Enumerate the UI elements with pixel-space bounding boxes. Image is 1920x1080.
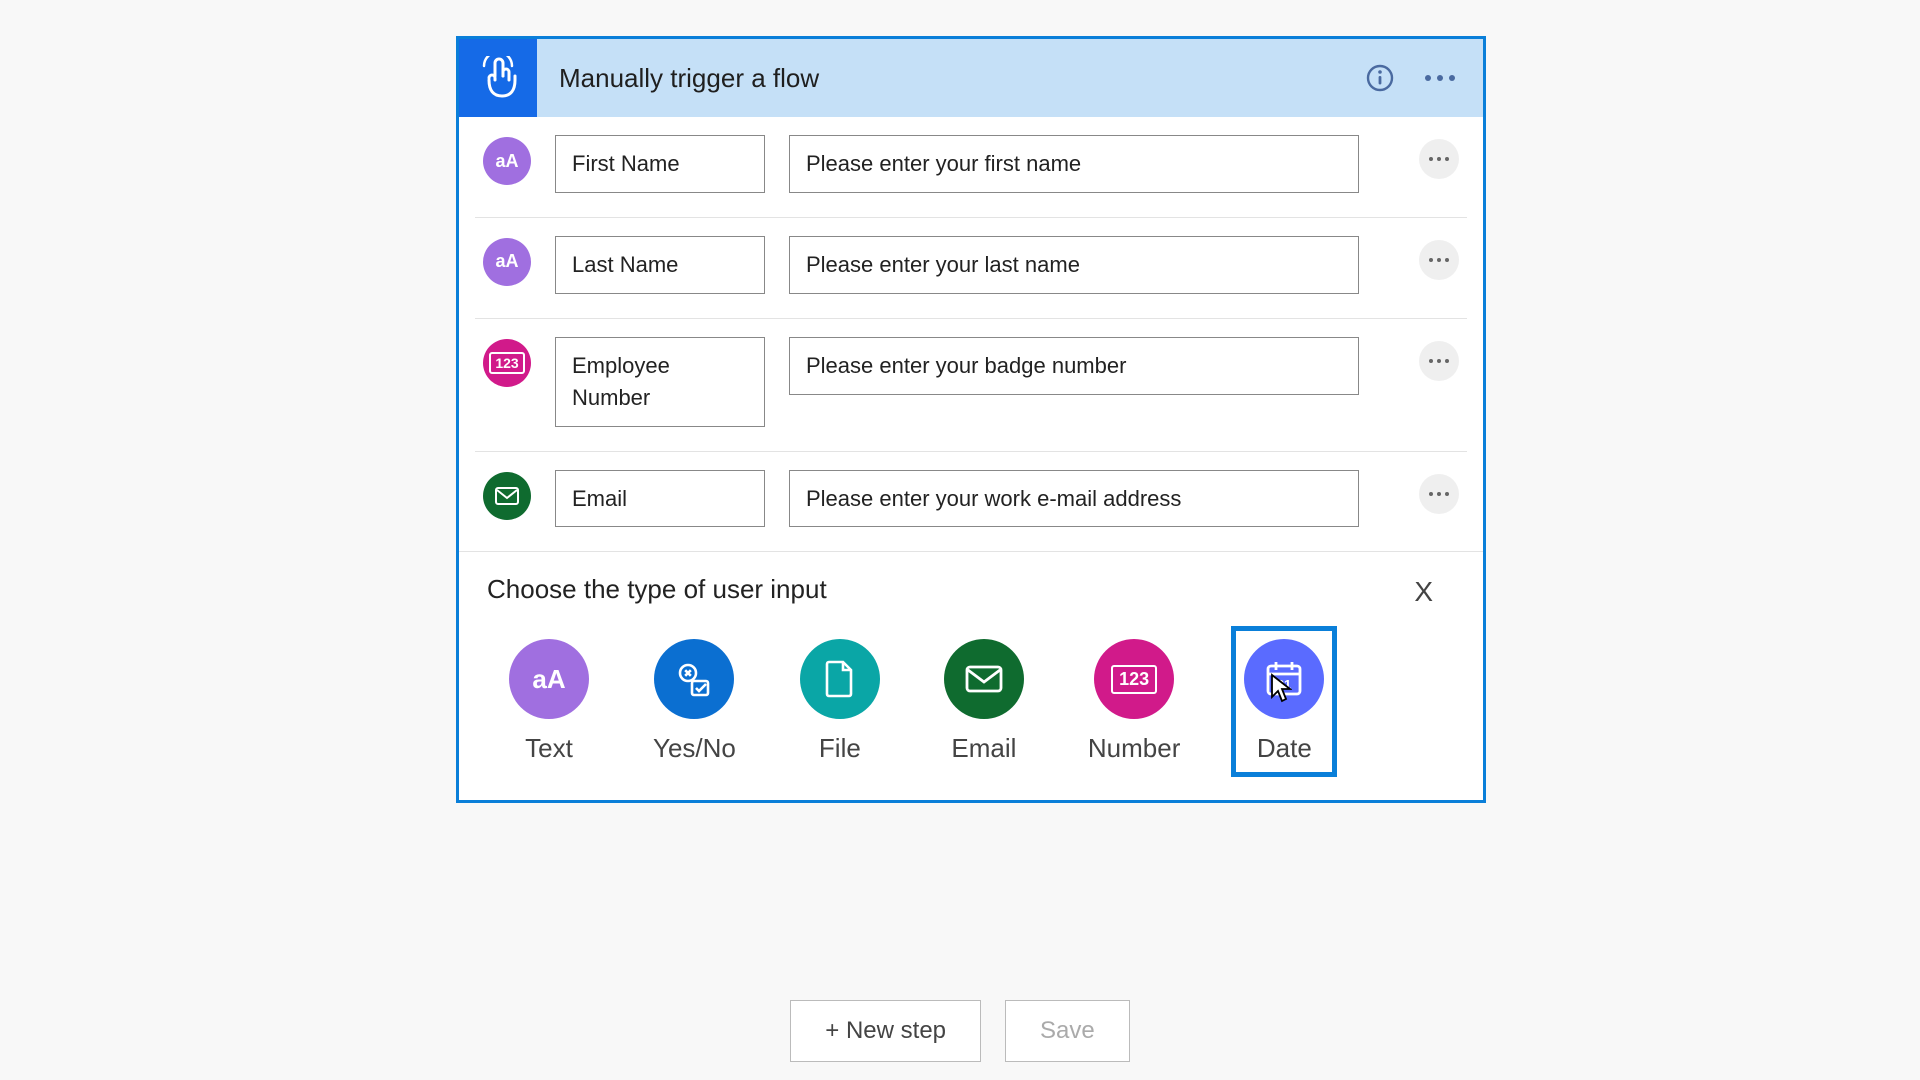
type-label: File	[819, 733, 861, 764]
row-menu-button[interactable]	[1419, 139, 1459, 179]
type-label: Date	[1257, 733, 1312, 764]
email-icon	[483, 472, 531, 520]
trigger-card: Manually trigger a flow aA First Na	[456, 36, 1486, 803]
input-name-field[interactable]: Email	[555, 470, 765, 528]
type-label: Number	[1088, 733, 1180, 764]
input-type-number[interactable]: 123 Number	[1084, 635, 1184, 768]
number-icon: 123	[483, 339, 531, 387]
type-label: Email	[951, 733, 1016, 764]
inputs-area: aA First Name Please enter your first na…	[459, 117, 1483, 551]
type-label: Text	[525, 733, 573, 764]
cursor-icon	[1270, 673, 1292, 703]
row-menu-button[interactable]	[1419, 341, 1459, 381]
input-type-text[interactable]: aA Text	[505, 635, 593, 768]
input-name-field[interactable]: Last Name	[555, 236, 765, 294]
input-placeholder-field[interactable]: Please enter your badge number	[789, 337, 1359, 395]
input-row: 123 Employee Number Please enter your ba…	[475, 319, 1467, 452]
card-menu-icon[interactable]	[1423, 73, 1457, 83]
text-icon: aA	[483, 238, 531, 286]
input-name-field[interactable]: First Name	[555, 135, 765, 193]
input-placeholder-field[interactable]: Please enter your first name	[789, 135, 1359, 193]
input-placeholder-field[interactable]: Please enter your work e-mail address	[789, 470, 1359, 528]
trigger-icon	[459, 39, 537, 117]
input-row: Email Please enter your work e-mail addr…	[475, 452, 1467, 552]
choose-input-type-panel: Choose the type of user input X aA Text …	[459, 551, 1483, 800]
card-title: Manually trigger a flow	[537, 63, 1365, 94]
choose-panel-title: Choose the type of user input	[487, 574, 1455, 605]
close-button[interactable]: X	[1414, 576, 1433, 608]
input-type-yesno[interactable]: Yes/No	[649, 635, 740, 768]
new-step-button[interactable]: + New step	[790, 1000, 981, 1062]
input-placeholder-field[interactable]: Please enter your last name	[789, 236, 1359, 294]
text-icon: aA	[483, 137, 531, 185]
type-label: Yes/No	[653, 733, 736, 764]
input-name-field[interactable]: Employee Number	[555, 337, 765, 427]
row-menu-button[interactable]	[1419, 240, 1459, 280]
save-button[interactable]: Save	[1005, 1000, 1130, 1062]
input-type-options: aA Text Yes/No	[487, 635, 1455, 768]
input-row: aA Last Name Please enter your last name	[475, 218, 1467, 319]
input-row: aA First Name Please enter your first na…	[475, 117, 1467, 218]
input-type-email[interactable]: Email	[940, 635, 1028, 768]
input-type-file[interactable]: File	[796, 635, 884, 768]
input-type-date[interactable]: 21 Date	[1236, 631, 1332, 772]
row-menu-button[interactable]	[1419, 474, 1459, 514]
footer-actions: + New step Save	[0, 1000, 1920, 1062]
card-header: Manually trigger a flow	[459, 39, 1483, 117]
info-icon[interactable]	[1365, 63, 1395, 93]
